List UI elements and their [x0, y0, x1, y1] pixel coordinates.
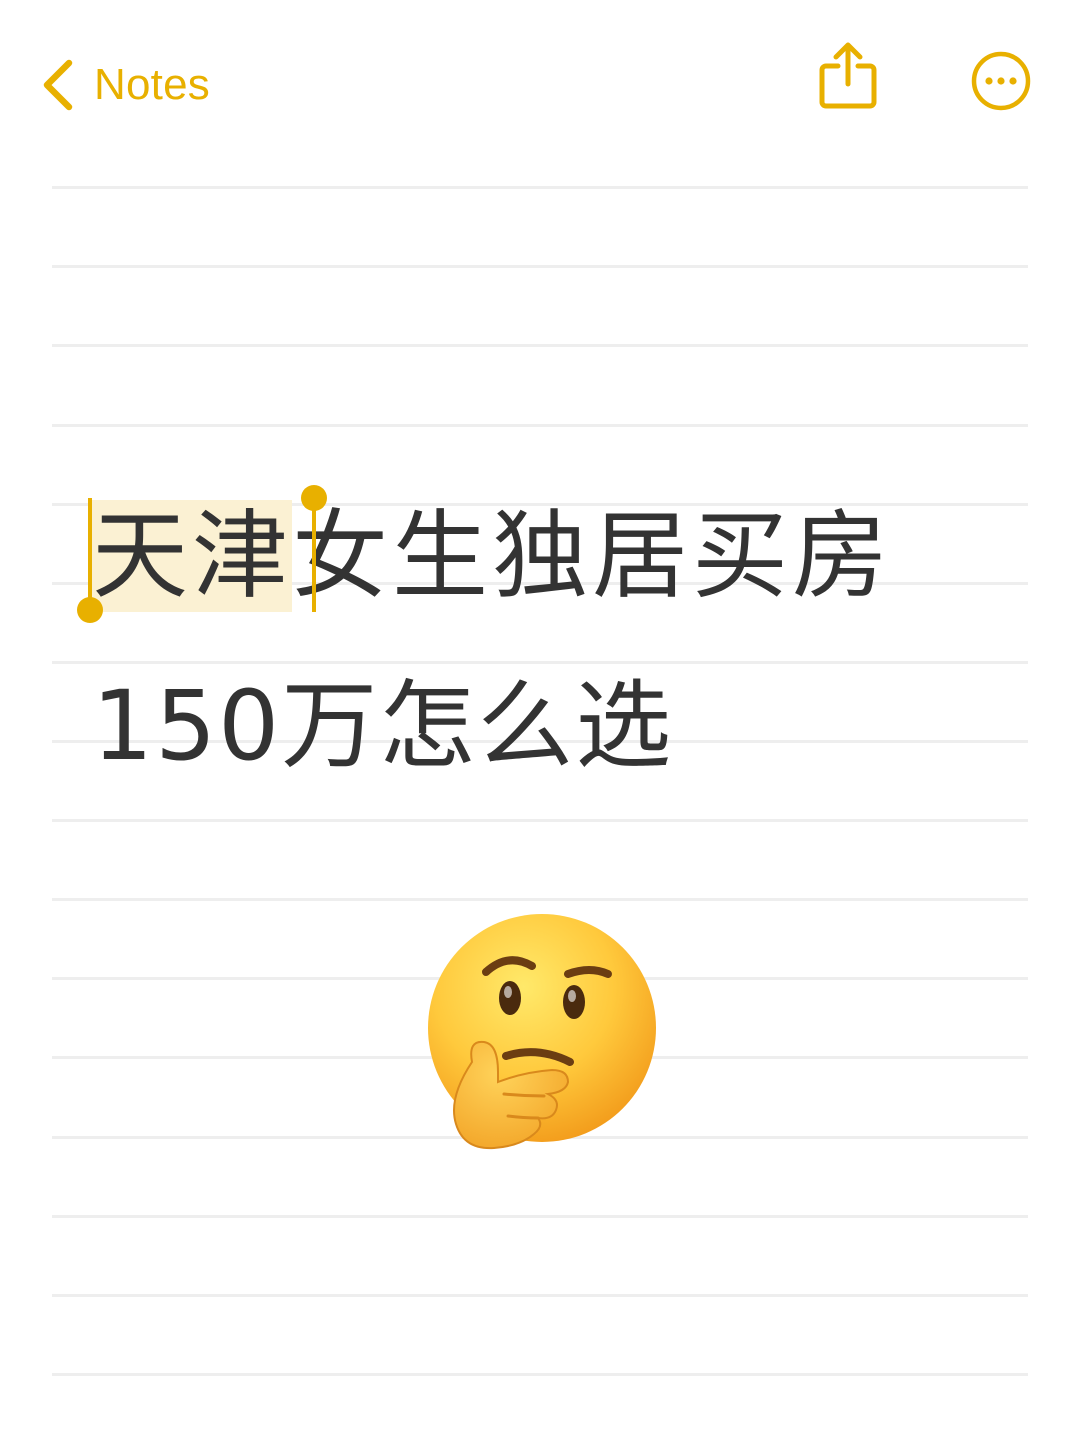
ruled-line	[52, 344, 1028, 347]
ruled-line	[52, 424, 1028, 427]
note-title-line-1[interactable]: 天津女生独居买房	[92, 492, 892, 620]
back-button[interactable]: Notes	[38, 50, 210, 120]
selection-start-handle[interactable]	[77, 597, 103, 623]
ruled-line	[52, 186, 1028, 189]
note-title-line-2[interactable]: 150万怎么选	[92, 662, 673, 790]
title-text: 女生独居买房	[292, 500, 892, 612]
selected-text[interactable]: 天津	[92, 500, 292, 612]
ruled-line	[52, 265, 1028, 268]
notes-screen: Notes 天津女生独居买房 150万怎么选	[0, 0, 1080, 1440]
selection-end-bar	[312, 500, 316, 612]
share-icon[interactable]	[816, 40, 880, 112]
ruled-line	[52, 1294, 1028, 1297]
thinking-face-icon	[428, 914, 656, 1150]
back-label: Notes	[94, 60, 210, 109]
ruled-line	[52, 819, 1028, 822]
ruled-line	[52, 1215, 1028, 1218]
ellipsis-circle-icon[interactable]	[970, 50, 1032, 112]
selection-start-bar	[88, 498, 92, 608]
ruled-line	[52, 1373, 1028, 1376]
chevron-left-icon	[43, 59, 73, 111]
selection-end-handle[interactable]	[301, 485, 327, 511]
ruled-line	[52, 898, 1028, 901]
